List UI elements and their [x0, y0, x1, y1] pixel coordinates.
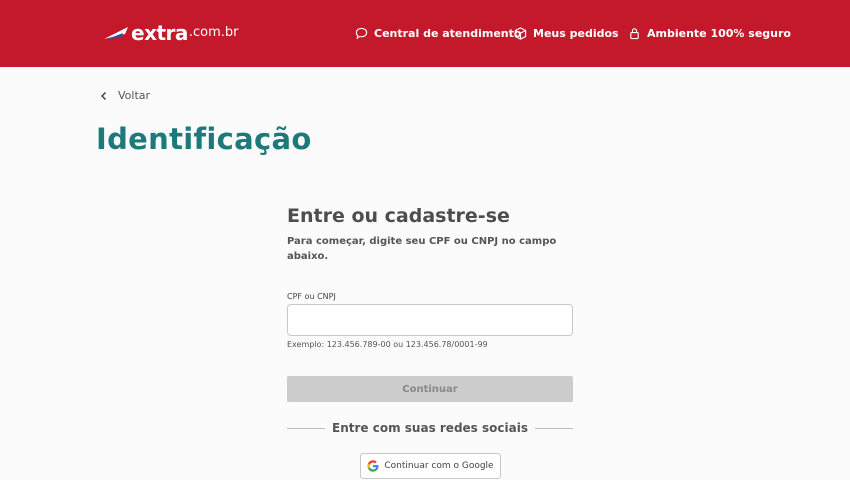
cpf-cnpj-input[interactable] — [287, 304, 573, 336]
logo-swoosh-icon — [104, 27, 128, 40]
social-divider-text: Entre com suas redes sociais — [332, 421, 528, 435]
nav-label: Ambiente 100% seguro — [647, 27, 791, 40]
continue-button[interactable]: Continuar — [287, 376, 573, 402]
logo-name: extra — [131, 21, 188, 45]
nav-meus-pedidos[interactable]: Meus pedidos — [514, 0, 619, 67]
nav-central-atendimento[interactable]: Central de atendimento — [355, 0, 521, 67]
social-divider: Entre com suas redes sociais — [287, 419, 573, 437]
login-card: Entre ou cadastre-se Para começar, digit… — [287, 204, 573, 264]
divider-line-left — [287, 427, 326, 429]
nav-label: Meus pedidos — [533, 27, 619, 40]
google-icon — [367, 460, 379, 472]
box-icon — [514, 27, 527, 40]
cpf-field-hint: Exemplo: 123.456.789-00 ou 123.456.78/00… — [287, 340, 488, 349]
google-login-button[interactable]: Continuar com o Google — [360, 453, 501, 479]
back-link[interactable]: Voltar — [100, 89, 150, 102]
extra-logo[interactable]: extra .com.br — [103, 22, 239, 44]
logo-domain: .com.br — [188, 25, 239, 40]
nav-ambiente-seguro[interactable]: Ambiente 100% seguro — [628, 0, 791, 67]
page-title: Identificação — [96, 122, 312, 156]
lock-icon — [630, 28, 639, 40]
cpf-field-label: CPF ou CNPJ — [287, 292, 336, 301]
divider-line-right — [534, 427, 573, 429]
form-title: Entre ou cadastre-se — [287, 205, 510, 227]
form-subtitle: Para começar, digite seu CPF ou CNPJ no … — [287, 236, 557, 262]
back-label: Voltar — [118, 89, 151, 102]
chat-bubble-icon — [355, 27, 368, 40]
top-header: extra .com.br Central de atendimento Meu… — [0, 0, 850, 67]
chevron-left-icon — [100, 91, 107, 100]
google-button-label: Continuar com o Google — [384, 461, 494, 471]
nav-label: Central de atendimento — [374, 27, 522, 40]
